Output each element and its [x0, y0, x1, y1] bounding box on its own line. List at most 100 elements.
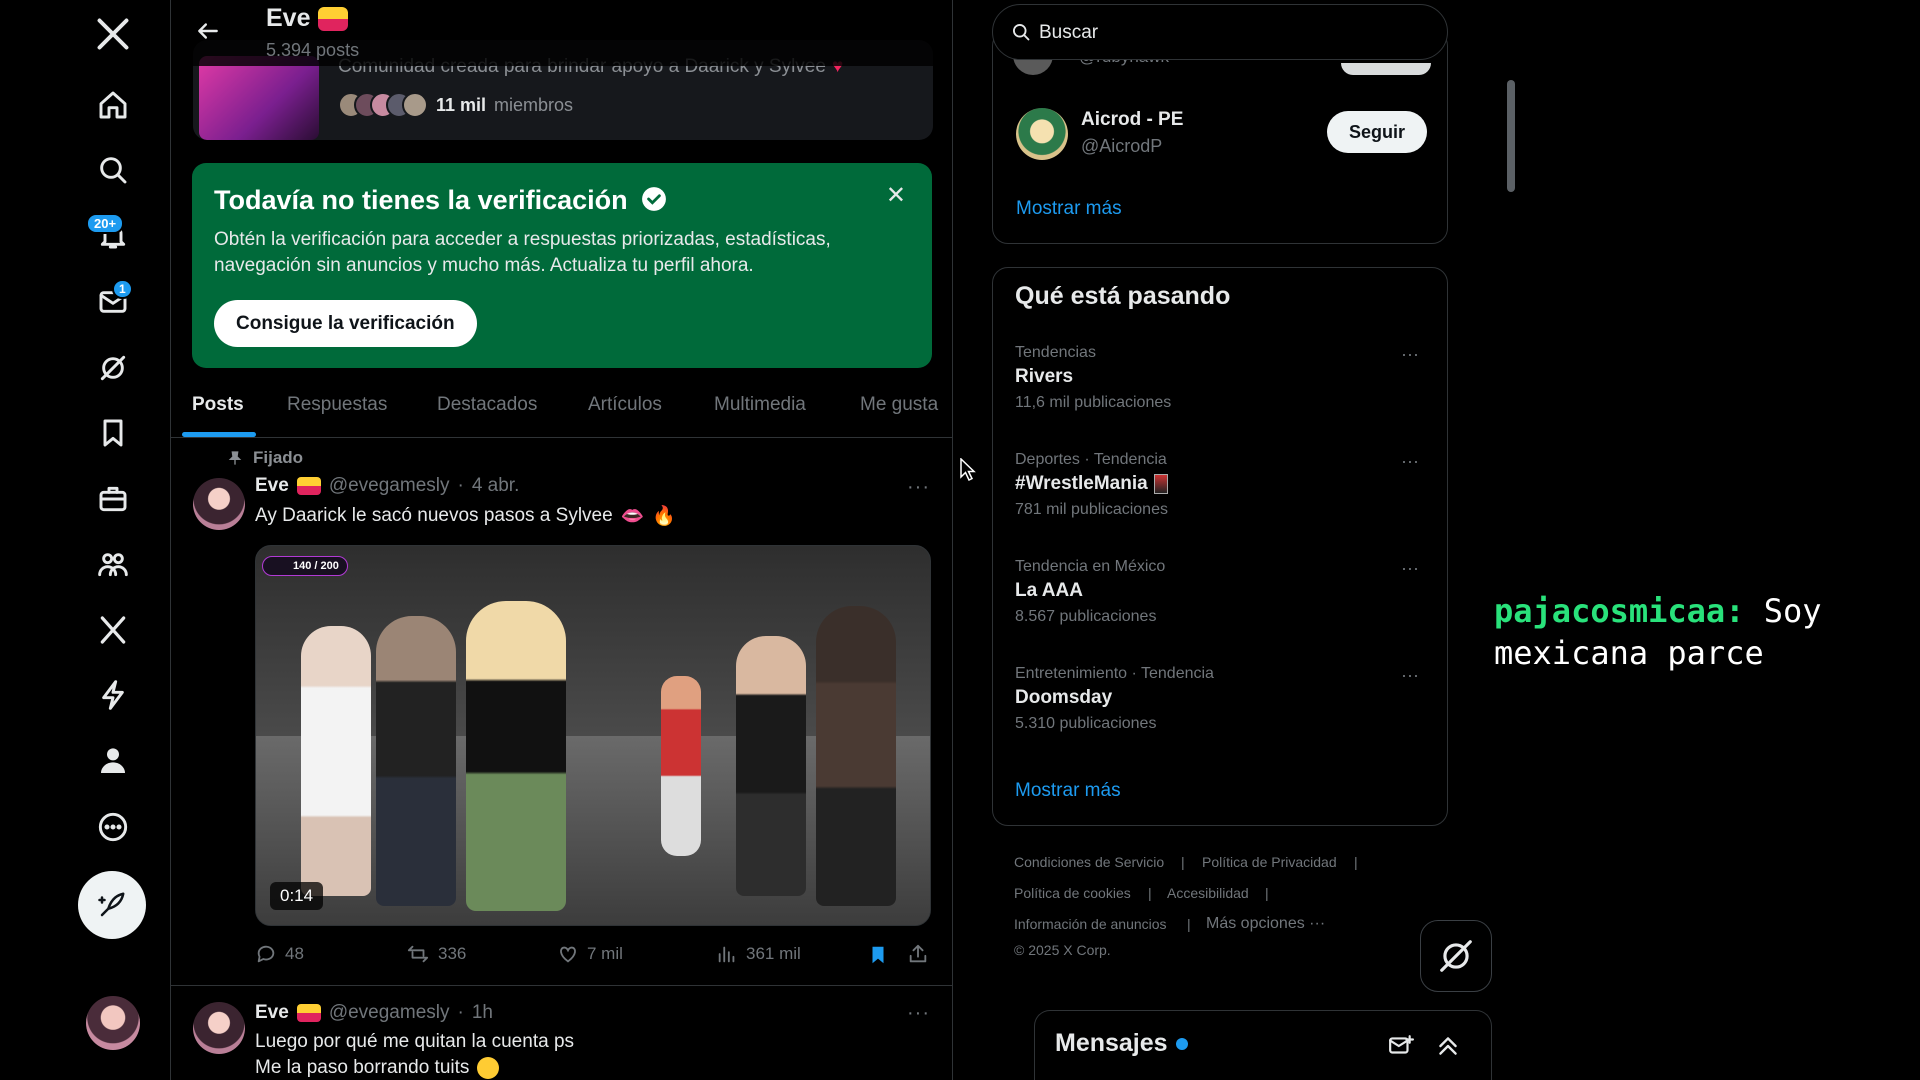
footer-ads-info-link[interactable]: Información de anuncios [1014, 916, 1167, 932]
trend-item[interactable]: Entretenimiento · Tendencia Doomsday 5.3… [1015, 665, 1425, 733]
more-options-icon[interactable]: ··· [907, 476, 930, 499]
post-avatar[interactable] [193, 1002, 245, 1054]
trend-count: 8.567 publicaciones [1015, 608, 1157, 625]
footer-more-link[interactable]: Más opciones ··· [1206, 915, 1325, 933]
grok-icon[interactable] [84, 339, 142, 397]
trend-more-icon[interactable]: ··· [1401, 344, 1419, 365]
community-banner [199, 56, 319, 140]
back-arrow-icon[interactable] [195, 18, 221, 44]
account-avatar[interactable] [86, 996, 140, 1050]
views-icon [716, 943, 738, 965]
show-more-link[interactable]: Mostrar más [1015, 780, 1121, 802]
tab-media[interactable]: Multimedia [714, 394, 806, 416]
heart-icon [557, 943, 579, 965]
trend-name: #WrestleMania [1015, 473, 1148, 494]
post-count: 5.394 posts [266, 40, 360, 60]
close-icon[interactable]: ✕ [886, 181, 906, 210]
search-bar[interactable]: Buscar [992, 4, 1448, 60]
verification-text: Obtén la verificación para acceder a res… [214, 229, 831, 276]
heart-flag-emoji-icon [296, 1004, 321, 1022]
video-figure [466, 601, 566, 911]
premium-x-icon[interactable] [84, 601, 142, 659]
post-avatar[interactable] [193, 478, 245, 530]
footer-divider: | [1354, 854, 1358, 870]
verified-orgs-icon[interactable] [84, 666, 142, 724]
scrollbar[interactable] [1507, 80, 1515, 192]
repost-action[interactable]: 336 [406, 943, 466, 965]
tab-highlights[interactable]: Destacados [437, 394, 537, 416]
author-handle[interactable]: @evegamesly [329, 475, 450, 497]
trend-item[interactable]: Tendencias Rivers 11,6 mil publicaciones [1015, 344, 1425, 412]
profile-tabs: Posts Respuestas Destacados Artículos Mu… [171, 380, 952, 438]
bookmark-icon[interactable] [867, 943, 889, 967]
trend-name: Doomsday [1015, 687, 1113, 708]
profile-icon[interactable] [84, 732, 142, 790]
search-input[interactable]: Buscar [1039, 22, 1098, 44]
messages-drawer[interactable]: Mensajes [1034, 1010, 1492, 1080]
grok-floating-button[interactable] [1420, 920, 1492, 992]
home-icon[interactable] [84, 76, 142, 134]
tab-posts[interactable]: Posts [192, 394, 244, 416]
post-text: Ay Daarick le sacó nuevos pasos a Sylvee [255, 505, 613, 526]
like-action[interactable]: 7 mil [557, 943, 623, 965]
x-logo-icon[interactable] [84, 5, 142, 63]
post-video[interactable]: 140 / 200 0:14 [255, 545, 931, 926]
post-text-line: Me la paso borrando tuits [255, 1057, 470, 1078]
new-message-icon[interactable] [1387, 1033, 1415, 1059]
trend-item[interactable]: Tendencia en México La AAA 8.567 publica… [1015, 558, 1425, 626]
reply-action[interactable]: 48 [255, 943, 304, 965]
verification-banner: Todavía no tienes la verificación ✕ Obté… [192, 163, 932, 368]
messages-icon[interactable] [84, 273, 142, 331]
post-time[interactable]: 1h [472, 1002, 493, 1024]
compose-post-button[interactable] [78, 871, 146, 939]
tab-replies[interactable]: Respuestas [287, 394, 387, 416]
trend-count: 5.310 publicaciones [1015, 715, 1157, 732]
footer-accessibility-link[interactable]: Accesibilidad [1167, 885, 1249, 901]
communities-icon[interactable] [84, 535, 142, 593]
more-options-icon[interactable]: ··· [907, 1002, 930, 1025]
search-icon [1011, 22, 1031, 42]
footer-terms-link[interactable]: Condiciones de Servicio [1014, 854, 1164, 870]
follow-button[interactable]: Seguir [1326, 111, 1427, 153]
author-handle[interactable]: @evegamesly [329, 1002, 450, 1024]
verification-title: Todavía no tienes la verificación [214, 185, 667, 216]
share-icon[interactable] [907, 943, 929, 965]
views-action[interactable]: 361 mil [716, 943, 801, 965]
tab-likes[interactable]: Me gusta [860, 394, 938, 416]
pinned-label: Fijado [253, 448, 304, 467]
trend-more-icon[interactable]: ··· [1401, 558, 1419, 579]
trend-more-icon[interactable]: ··· [1401, 665, 1419, 686]
author-name[interactable]: Eve [255, 1002, 289, 1024]
jobs-icon[interactable] [84, 470, 142, 528]
author-name[interactable]: Eve [255, 475, 289, 497]
trend-more-icon[interactable]: ··· [1401, 451, 1419, 472]
get-verified-button[interactable]: Consigue la verificación [214, 300, 477, 347]
post[interactable]: Eve @evegamesly · 1h ··· Luego por qué m… [171, 986, 952, 1080]
pinned-label-row: Fijado [227, 448, 303, 468]
views-count: 361 mil [746, 944, 801, 963]
search-icon[interactable] [84, 141, 142, 199]
more-icon[interactable] [84, 798, 142, 856]
right-sidebar: @rubyhawk Aicrod - PE @AicrodP Seguir Mo… [990, 0, 1450, 1080]
stream-chat-overlay: pajacosmicaa: Soy mexicana parce [1494, 590, 1894, 674]
trends-title: Qué está pasando [1015, 282, 1231, 310]
members-count: 11 mil [436, 94, 487, 115]
profile-header: Eve 5.394 posts [171, 0, 952, 66]
show-more-link[interactable]: Mostrar más [1016, 198, 1122, 220]
tab-articles[interactable]: Artículos [588, 394, 662, 416]
profile-timeline: Eve 5.394 posts Comunidad creada para br… [171, 0, 953, 1080]
expand-chevron-icon[interactable] [1435, 1033, 1461, 1059]
bookmarks-icon[interactable] [84, 404, 142, 462]
heart-flag-emoji-icon [318, 6, 349, 31]
trend-item[interactable]: Deportes · Tendencia #WrestleMania 781 m… [1015, 451, 1425, 519]
footer-cookies-link[interactable]: Política de cookies [1014, 885, 1131, 901]
partial-follow-button [1341, 63, 1431, 75]
footer-privacy-link[interactable]: Política de Privacidad [1202, 854, 1337, 870]
left-sidebar: 20+ 1 [0, 0, 171, 1080]
video-figure [816, 606, 896, 906]
post-time[interactable]: 4 abr. [472, 475, 520, 497]
trend-category: Deportes · Tendencia [1015, 451, 1167, 468]
video-figure [376, 616, 456, 906]
account-avatar[interactable] [1016, 108, 1068, 160]
account-name[interactable]: Aicrod - PE [1081, 109, 1183, 131]
